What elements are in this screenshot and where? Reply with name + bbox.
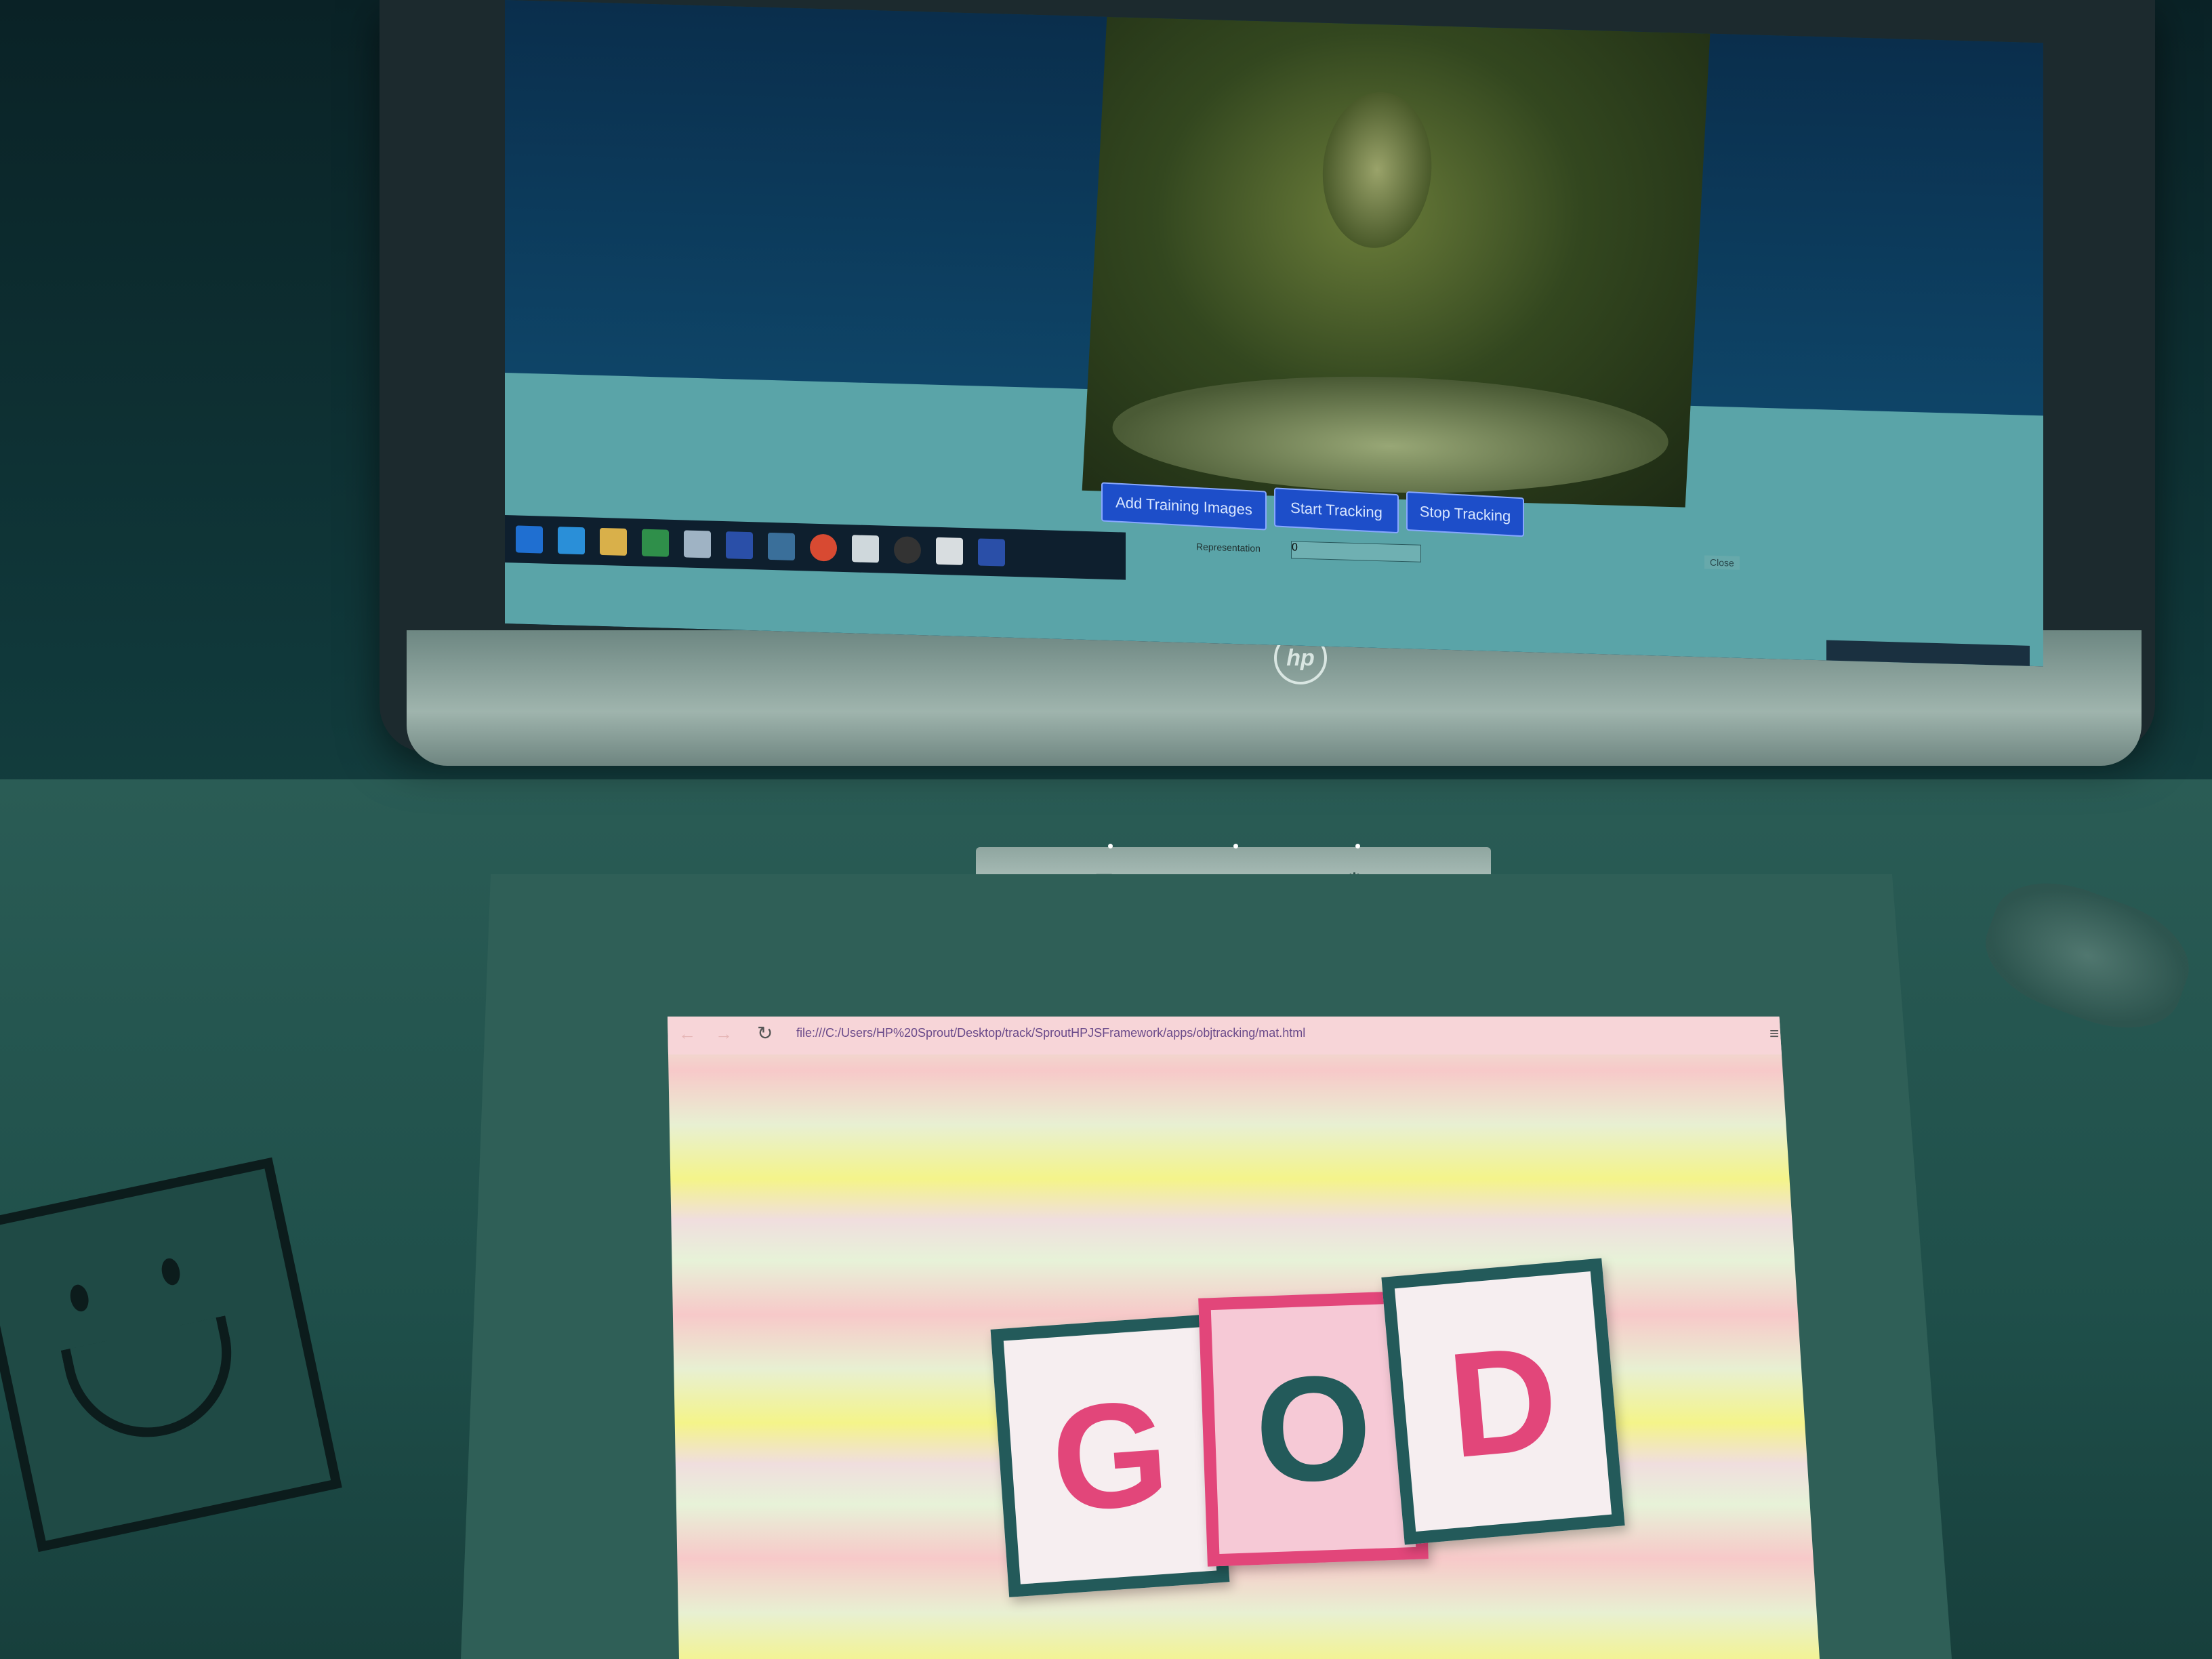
app-icon[interactable] [684,530,711,558]
url-text[interactable]: file:///C:/Users/HP%20Sprout/Desktop/tra… [796,1026,1305,1040]
app-icon-5[interactable] [894,536,921,565]
app-icon-6[interactable] [936,537,963,565]
indicator-light [1233,844,1238,848]
app-icon-7[interactable] [978,538,1005,567]
address-bar: ← → ↻ file:///C:/Users/HP%20Sprout/Deskt… [668,1017,1820,1054]
photo-scene: hp Add Training Images Start Tracking St… [0,0,2212,1659]
start-tracking-button[interactable]: Start Tracking [1274,487,1399,534]
painted-figure [1319,90,1436,250]
smiley-mouth [60,1315,247,1453]
app-icon-4[interactable] [852,535,879,563]
smiley-eye [159,1256,182,1287]
letter-o: O [1252,1343,1374,1514]
stop-tracking-button[interactable]: Stop Tracking [1406,491,1524,537]
reload-icon[interactable]: ↻ [757,1022,773,1044]
internet-explorer-icon[interactable] [558,527,585,555]
letter-card-g: G [990,1314,1230,1597]
painting-image [1082,16,1711,508]
close-button[interactable]: Close [1704,555,1740,570]
letter-d: D [1442,1313,1564,1489]
start-icon[interactable] [516,525,543,554]
monitor-screen: Add Training Images Start Tracking Stop … [505,0,2043,667]
smiley-eye [68,1283,91,1313]
chrome-icon[interactable] [810,533,837,562]
indicator-light [1355,844,1360,848]
letter-g: G [1046,1368,1174,1543]
representation-label: Representation [1196,541,1261,554]
representation-input[interactable]: 0 [1291,541,1421,562]
projected-browser: ← → ↻ file:///C:/Users/HP%20Sprout/Deskt… [668,1017,1820,1659]
app-icon-2[interactable] [726,531,753,560]
menu-icon[interactable]: ≡ [1769,1025,1779,1044]
forward-arrow-icon[interactable]: → [715,1023,733,1044]
painted-clouds [1109,369,1672,500]
store-icon[interactable] [642,529,669,557]
indicator-light [1108,844,1113,848]
app-icon-3[interactable] [768,532,795,560]
back-arrow-icon[interactable]: ← [678,1023,696,1044]
file-explorer-icon[interactable] [600,527,627,556]
letter-card-d: D [1381,1258,1625,1545]
